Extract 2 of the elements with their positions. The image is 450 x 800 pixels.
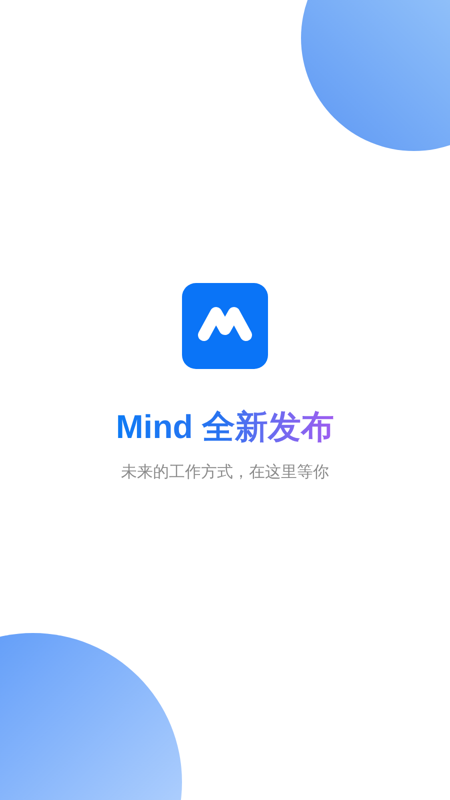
logo-icon: [182, 283, 268, 369]
tagline: 未来的工作方式，在这里等你: [121, 462, 329, 483]
